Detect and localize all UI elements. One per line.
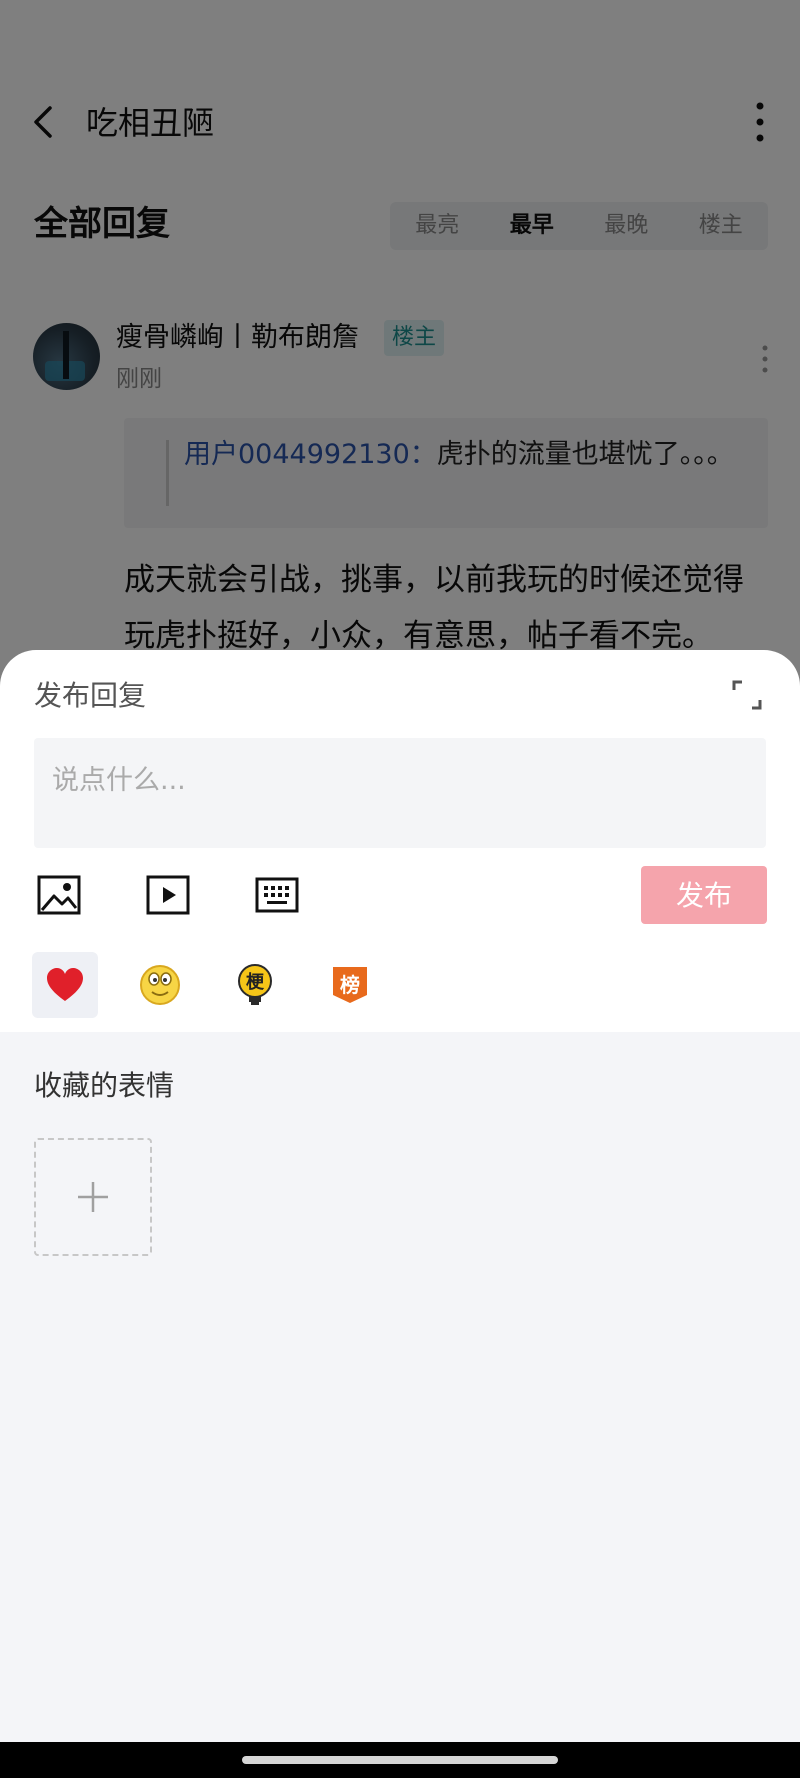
add-favorite-button[interactable]: [34, 1138, 152, 1256]
emoji-tab-heart[interactable]: [32, 952, 98, 1018]
emoji-tab-meme[interactable]: 梗: [222, 952, 288, 1018]
reply-input[interactable]: [34, 738, 766, 848]
emoji-tab-ranking[interactable]: 榜: [317, 952, 383, 1018]
favorites-panel: 收藏的表情: [0, 1032, 800, 1778]
svg-text:榜: 榜: [340, 973, 360, 997]
plus-icon: [78, 1182, 108, 1212]
svg-text:梗: 梗: [246, 971, 265, 993]
home-indicator[interactable]: [242, 1756, 558, 1764]
image-icon[interactable]: [36, 872, 82, 918]
meme-bulb-icon: 梗: [238, 964, 272, 1005]
ranking-icon: 榜: [333, 967, 367, 1003]
publish-button[interactable]: 发布: [641, 866, 767, 924]
reply-sheet-title: 发布回复: [34, 679, 147, 712]
video-icon[interactable]: [145, 872, 191, 918]
reply-sheet: 发布回复 发布: [0, 650, 800, 1778]
heart-icon: [47, 968, 83, 1001]
smiley-face-icon: [140, 965, 180, 1005]
emoji-tab-smiley[interactable]: [127, 952, 193, 1018]
favorites-title: 收藏的表情: [34, 1069, 175, 1102]
screen: 吃相丑陋 全部回复 最亮 最早 最晚 楼主 瘦骨嶙峋丨勒布朗詹 楼主 刚刚 用户…: [0, 0, 800, 1778]
expand-icon[interactable]: [732, 680, 762, 710]
keyboard-icon[interactable]: [254, 872, 300, 918]
system-nav-bar: [0, 1742, 800, 1778]
